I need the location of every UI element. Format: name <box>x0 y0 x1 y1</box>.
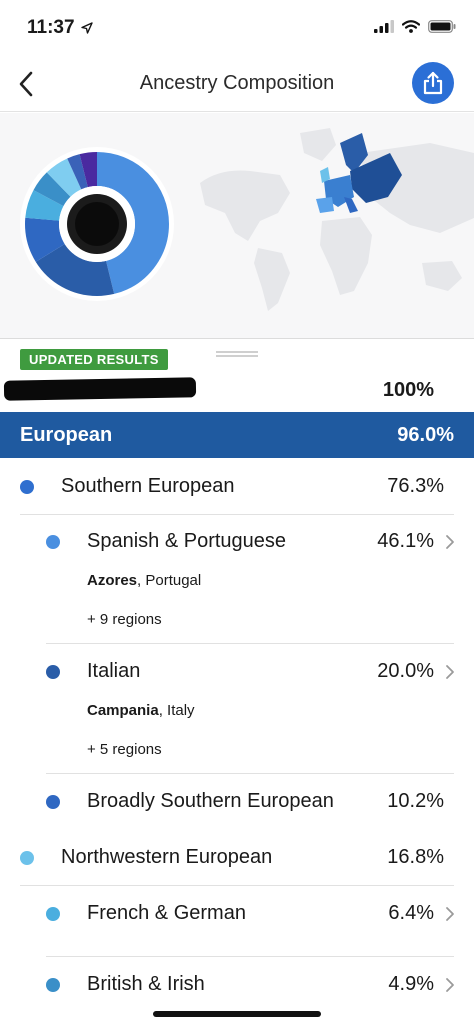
chevron-right-icon <box>446 535 454 549</box>
home-indicator[interactable] <box>153 1011 321 1017</box>
region-country: , Portugal <box>137 572 202 589</box>
sheet-grabber[interactable] <box>216 351 258 357</box>
cellular-signal-icon <box>374 20 394 33</box>
row-percentage: 6.4% <box>388 902 434 924</box>
ancestry-visual <box>0 113 474 338</box>
color-dot <box>20 480 34 494</box>
row-label: Spanish & Portuguese <box>87 530 287 552</box>
category-row-european[interactable]: European 96.0% <box>0 412 474 458</box>
region-country: , Italy <box>158 702 195 719</box>
color-dot <box>46 907 60 921</box>
color-dot <box>20 851 34 865</box>
row-label: British & Irish <box>87 973 205 995</box>
page-title: Ancestry Composition <box>139 72 335 94</box>
updated-results-badge: UPDATED RESULTS <box>20 349 168 370</box>
share-icon <box>423 71 443 95</box>
row-percentage: 76.3% <box>387 475 444 497</box>
row-label: Northwestern European <box>61 846 273 868</box>
row-percentage: 10.2% <box>387 790 444 812</box>
row-label: Southern European <box>61 475 235 497</box>
row-percentage: 46.1% <box>377 530 434 552</box>
chevron-right-icon <box>446 978 454 992</box>
chevron-right-icon <box>446 907 454 921</box>
ancestry-donut-chart[interactable] <box>18 145 176 303</box>
region-detail: Azores, Portugal <box>87 572 201 589</box>
row-percentage: 16.8% <box>387 846 444 868</box>
row-percentage: 4.9% <box>388 973 434 995</box>
region-name: Campania <box>87 702 159 719</box>
world-map <box>200 128 474 311</box>
time-label: 11:37 <box>27 17 75 38</box>
redacted-name <box>3 377 197 401</box>
color-dot <box>46 978 60 992</box>
navigation-bar: Ancestry Composition <box>0 56 474 112</box>
row-northwestern-european[interactable]: Northwestern European 16.8% <box>0 830 474 886</box>
wifi-icon <box>402 20 420 33</box>
category-label: European <box>20 424 113 446</box>
battery-icon <box>428 20 456 33</box>
results-sheet: UPDATED RESULTS 100% European 96.0% Sout… <box>0 338 474 1026</box>
row-label: Broadly Southern European <box>87 790 334 812</box>
color-dot <box>46 665 60 679</box>
more-regions-link[interactable]: + 5 regions <box>87 741 162 758</box>
color-dot <box>46 535 60 549</box>
row-spanish-portuguese[interactable]: Spanish & Portuguese 46.1% Azores, Portu… <box>0 515 474 643</box>
row-percentage: 20.0% <box>377 660 434 682</box>
status-bar: 11:37 <box>0 0 474 56</box>
row-label: Italian <box>87 660 141 682</box>
total-percentage: 100% <box>382 379 434 401</box>
category-percentage: 96.0% <box>397 424 454 446</box>
location-arrow-icon <box>80 22 93 34</box>
row-label: French & German <box>87 902 246 924</box>
region-detail: Campania, Italy <box>87 702 195 719</box>
row-french-german[interactable]: French & German 6.4% <box>0 886 474 956</box>
share-button[interactable] <box>412 62 454 104</box>
region-name: Azores <box>87 572 138 589</box>
chevron-right-icon <box>446 665 454 679</box>
more-regions-link[interactable]: + 9 regions <box>87 611 162 628</box>
map-region-italy <box>344 197 358 213</box>
status-time: 11:37 <box>27 17 93 39</box>
row-southern-european[interactable]: Southern European 76.3% <box>0 459 474 515</box>
row-italian[interactable]: Italian 20.0% Campania, Italy + 5 region… <box>0 644 474 772</box>
status-icons <box>374 20 456 33</box>
row-broadly-southern-european[interactable]: Broadly Southern European 10.2% <box>0 774 474 830</box>
map-region-iberia <box>316 197 334 213</box>
color-dot <box>46 795 60 809</box>
